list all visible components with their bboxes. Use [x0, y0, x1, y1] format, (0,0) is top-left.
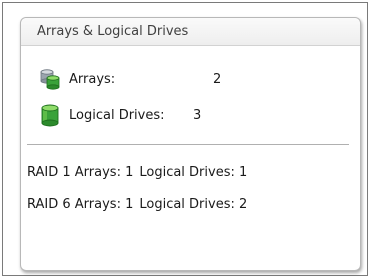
arrays-logical-drives-panel: Arrays & Logical Drives Arrays: 2 Logica… [20, 17, 361, 271]
logical-drive-icon [39, 104, 61, 137]
raid-6-row: RAID 6 Arrays: 1 Logical Drives: 2 [27, 195, 247, 215]
raid-1-row: RAID 1 Arrays: 1 Logical Drives: 1 [27, 163, 247, 183]
logical-drives-label: Logical Drives: [69, 108, 165, 123]
arrays-label: Arrays: [69, 72, 116, 87]
arrays-icon [39, 68, 61, 99]
arrays-count: 2 [213, 72, 222, 87]
panel-title: Arrays & Logical Drives [21, 18, 360, 46]
raid-6-logical-drives: Logical Drives: 2 [139, 197, 248, 212]
divider [27, 144, 349, 145]
raid-6-arrays: RAID 6 Arrays: 1 [27, 197, 134, 212]
raid-1-logical-drives: Logical Drives: 1 [139, 165, 248, 180]
logical-drives-count: 3 [193, 108, 202, 123]
raid-1-arrays: RAID 1 Arrays: 1 [27, 165, 134, 180]
